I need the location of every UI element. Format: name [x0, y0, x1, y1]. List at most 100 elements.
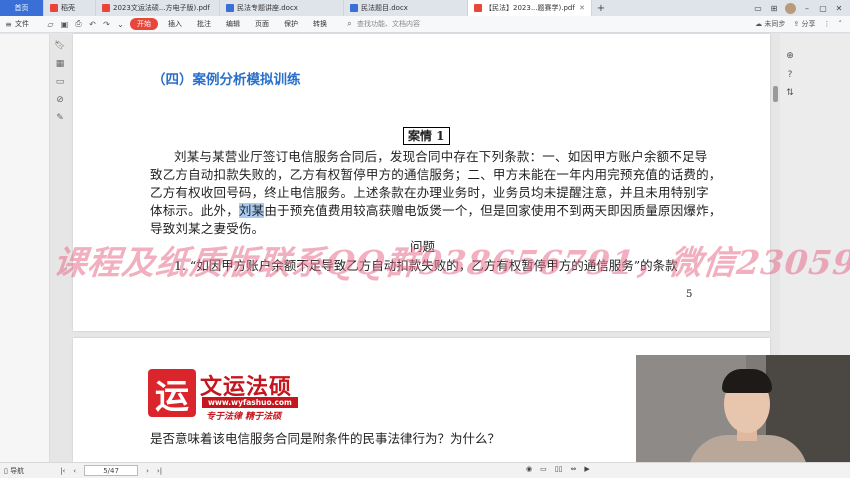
hamburger-icon: ≡	[5, 19, 12, 29]
last-page-icon[interactable]: ›|	[157, 467, 162, 475]
tab-document[interactable]: 2023文运法硕...方电子版).pdf	[96, 0, 220, 16]
minimize-icon[interactable]: –	[802, 3, 812, 13]
tab-label: 【民法】2023...题赛学).pdf	[485, 4, 575, 12]
body-line: 体标示。此外，刘某由于预充值费用较高获赠电饭煲一个，但是回家使用不到两天即因质量…	[150, 200, 722, 219]
print-icon[interactable]: ⎙	[74, 19, 83, 29]
docx-icon	[226, 4, 234, 12]
avatar[interactable]	[785, 2, 796, 14]
file-menu[interactable]: ≡ 文件	[4, 19, 29, 29]
logo-mark: 运	[148, 369, 196, 417]
comment-icon[interactable]: ▭	[55, 77, 65, 87]
sync-label: 未同步	[764, 20, 786, 28]
tab-document[interactable]: 民法题目.docx	[344, 0, 468, 16]
body-line: 导致刘某之妻受伤。	[150, 221, 265, 236]
search-box[interactable]: ⌕ 查找功能、文档内容	[345, 19, 420, 29]
logo-url: www.wyfashuo.com	[202, 397, 298, 408]
view-controls: ◉ ▭ ▯▯ ⇔ ▶	[526, 465, 590, 473]
page-input[interactable]: 5/47	[84, 465, 139, 476]
tab-bar: 首页 稻壳 2023文运法硕...方电子版).pdf 民法专题讲座.docx 民…	[0, 0, 850, 16]
zoom-icon[interactable]: ⊕	[785, 51, 795, 61]
tab-docer[interactable]: 稻壳	[44, 0, 96, 16]
toolbar-right: ☁ 未同步 ⇪ 分享 ⋮ ˄	[755, 19, 850, 29]
body-text: 由于预充值费用较高获赠电饭煲一个，但是回家使用不到两天即因质量原因爆炸，	[264, 203, 722, 218]
nav-icon: ▯	[4, 466, 8, 475]
window-close-icon[interactable]: ✕	[834, 3, 844, 13]
menu-start[interactable]: 开始	[130, 18, 158, 30]
tab-document-active[interactable]: 【民法】2023...题赛学).pdf ✕	[468, 0, 592, 16]
body-line: 致乙方自动扣款失败的，乙方有权暂停甲方的通信服务；二、甲方未能在一年内用完预充值…	[150, 167, 722, 182]
presenter-hair	[722, 369, 772, 393]
section-heading: （四）案例分析模拟训练	[152, 72, 301, 88]
prev-page-icon[interactable]: ‹	[73, 467, 76, 475]
pdf-icon	[102, 4, 110, 12]
status-bar: ▯ 导航 |‹ ‹ 5/47 › ›| ◉ ▭ ▯▯ ⇔ ▶	[0, 462, 850, 478]
file-menu-label: 文件	[15, 20, 29, 28]
docx-icon	[350, 4, 358, 12]
play-icon[interactable]: ▶	[584, 465, 589, 473]
collapse-icon[interactable]: ˄	[839, 20, 843, 28]
settings-icon[interactable]: ⇅	[785, 88, 795, 98]
tab-label: 民法题目.docx	[361, 4, 408, 12]
left-panel	[0, 34, 50, 462]
thumbnail-icon[interactable]: ▦	[55, 59, 65, 69]
undo-icon[interactable]: ↶	[88, 20, 97, 29]
search-icon: ⌕	[347, 19, 352, 28]
menu-insert[interactable]: 插入	[163, 19, 187, 29]
case-title: 案情 1	[403, 127, 450, 145]
question-1-continued: 是否意味着该电信服务合同是附条件的民事法律行为？为什么？	[150, 431, 501, 446]
menu-edit[interactable]: 编辑	[221, 19, 245, 29]
tab-home[interactable]: 首页	[0, 0, 44, 16]
maximize-icon[interactable]: ▢	[818, 3, 828, 13]
bookmark-icon[interactable]: 🔖︎	[54, 41, 65, 51]
page-number: 5	[686, 289, 693, 300]
share-label: 分享	[801, 20, 816, 28]
pdf-icon	[474, 4, 482, 12]
tab-home-label: 首页	[14, 4, 29, 12]
search-placeholder: 查找功能、文档内容	[357, 20, 420, 28]
tab-label: 2023文运法硕...方电子版).pdf	[113, 4, 210, 12]
share-button[interactable]: ⇪ 分享	[793, 19, 815, 29]
share-icon: ⇪	[793, 20, 800, 28]
window-list-icon[interactable]: ▭	[753, 3, 763, 13]
text-selection[interactable]: 刘某	[238, 203, 265, 218]
eye-icon[interactable]: ◉	[526, 465, 532, 473]
menu-protect[interactable]: 保护	[279, 19, 303, 29]
new-tab-button[interactable]: +	[592, 0, 610, 16]
docer-icon	[50, 4, 58, 12]
fit-width-icon[interactable]: ⇔	[570, 465, 576, 473]
scrollbar-thumb[interactable]	[773, 86, 778, 102]
double-page-icon[interactable]: ▯▯	[555, 465, 563, 473]
watermark: 课程及纸质版联系QQ群938656791，微信2305953842	[51, 243, 850, 282]
tab-label: 稻壳	[61, 4, 75, 12]
body-line: 乙方有权收回号码，终止电信服务。上述条款在办理业务时，业务员均未提醒注意，并且未…	[150, 185, 709, 200]
body-line: 刘某与某营业厅签订电信服务合同后，发现合同中存在下列条款：一、如因甲方账户余额不…	[174, 149, 708, 164]
window-grid-icon[interactable]: ⊞	[769, 3, 779, 13]
body-text: 体标示。此外，	[150, 203, 239, 218]
save-icon[interactable]: ▣	[60, 20, 69, 29]
logo: 运 文运法硕 www.wyfashuo.com 专于法律 精于法硕	[148, 369, 300, 427]
window-controls: ▭ ⊞ – ▢ ✕	[753, 0, 850, 16]
attachment-icon[interactable]: ⊘	[55, 95, 65, 105]
toolbar: ≡ 文件 ▱ ▣ ⎙ ↶ ↷ ⌄ 开始 插入 批注 编辑 页面 保护 转换 ⌕ …	[0, 16, 850, 33]
tab-label: 民法专题讲座.docx	[237, 4, 298, 12]
signature-icon[interactable]: ✎	[55, 113, 65, 123]
more-icon[interactable]: ⌄	[116, 20, 125, 29]
menu-page[interactable]: 页面	[250, 19, 274, 29]
nav-label: 导航	[10, 466, 25, 475]
help-icon[interactable]: ?	[785, 70, 795, 80]
cloud-icon: ☁	[755, 20, 763, 28]
close-icon[interactable]: ✕	[579, 4, 585, 12]
more-options-icon[interactable]: ⋮	[824, 20, 831, 28]
sync-status[interactable]: ☁ 未同步	[755, 19, 785, 29]
open-folder-icon[interactable]: ▱	[46, 20, 55, 29]
logo-slogan: 专于法律 精于法硕	[206, 412, 282, 422]
redo-icon[interactable]: ↷	[102, 20, 111, 29]
webcam-overlay	[636, 355, 850, 478]
single-page-icon[interactable]: ▭	[540, 465, 547, 473]
nav-toggle[interactable]: ▯ 导航	[4, 466, 24, 476]
tab-document[interactable]: 民法专题讲座.docx	[220, 0, 344, 16]
first-page-icon[interactable]: |‹	[60, 467, 65, 475]
menu-convert[interactable]: 转换	[308, 19, 332, 29]
menu-annotate[interactable]: 批注	[192, 19, 216, 29]
next-page-icon[interactable]: ›	[146, 467, 149, 475]
